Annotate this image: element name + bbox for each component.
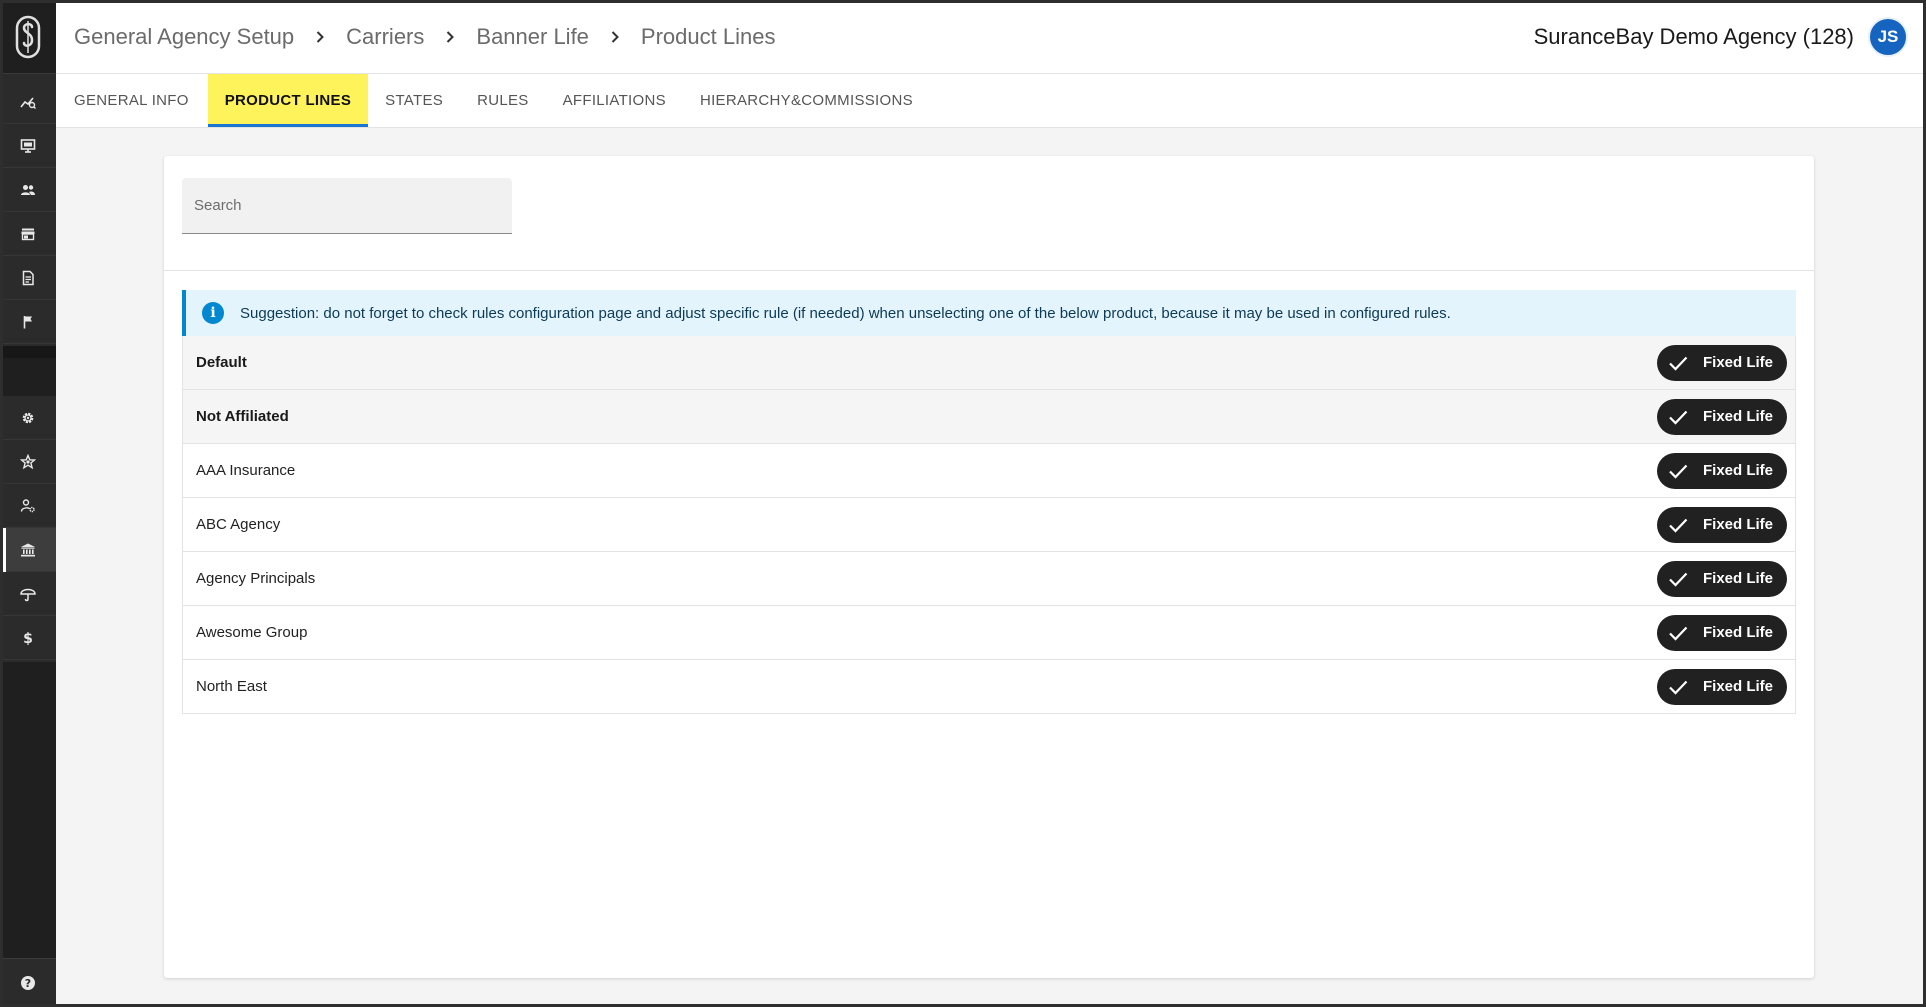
check-icon <box>1669 680 1688 695</box>
sidebar-item-monitor[interactable] <box>0 124 56 168</box>
list-item: North East Fixed Life <box>183 659 1795 713</box>
alert-text: Suggestion: do not forget to check rules… <box>240 304 1451 322</box>
product-chip-fixed-life[interactable]: Fixed Life <box>1656 398 1787 435</box>
row-label: Agency Principals <box>196 570 316 587</box>
sidebar-item-carriers[interactable] <box>0 528 56 572</box>
product-lines-card: i Suggestion: do not forget to check rul… <box>164 156 1814 978</box>
avatar[interactable]: JS <box>1868 17 1908 57</box>
flag-icon <box>23 315 32 328</box>
help-icon: ? <box>21 976 35 990</box>
logo-icon <box>15 15 41 58</box>
tab-bar: GENERAL INFO PRODUCT LINES STATES RULES … <box>56 74 1926 128</box>
row-label: North East <box>196 678 267 695</box>
sidebar-item-star-badge[interactable] <box>0 440 56 484</box>
product-chip-fixed-life[interactable]: Fixed Life <box>1656 560 1787 597</box>
product-chip-fixed-life[interactable]: Fixed Life <box>1656 506 1787 543</box>
list-item: AAA Insurance Fixed Life <box>183 443 1795 497</box>
sidebar-item-flag[interactable] <box>0 300 56 344</box>
chevron-right-icon <box>424 30 476 44</box>
document-icon <box>22 270 34 285</box>
sidebar-item-people[interactable] <box>0 168 56 212</box>
row-label: AAA Insurance <box>196 462 296 479</box>
page-header: General Agency Setup Carriers Banner Lif… <box>56 0 1926 74</box>
analytics-icon <box>20 96 36 109</box>
sidebar-item-umbrella[interactable] <box>0 572 56 616</box>
monitor-icon <box>20 138 36 153</box>
app-logo[interactable] <box>0 0 56 74</box>
umbrella-icon <box>20 588 36 601</box>
chip-label: Fixed Life <box>1702 408 1773 425</box>
chip-label: Fixed Life <box>1702 354 1773 371</box>
info-icon: i <box>202 302 224 324</box>
list-item: Not Affiliated Fixed Life <box>183 389 1795 443</box>
store-icon <box>21 228 35 240</box>
chip-label: Fixed Life <box>1702 516 1773 533</box>
dollar-icon: $ <box>23 631 33 646</box>
chevron-right-icon <box>294 30 346 44</box>
divider <box>164 270 1814 271</box>
sidebar-bottom-group: $ <box>0 396 56 660</box>
sidebar-item-commissions[interactable]: $ <box>0 616 56 660</box>
chip-label: Fixed Life <box>1702 462 1773 479</box>
breadcrumb-general-agency-setup[interactable]: General Agency Setup <box>74 24 294 50</box>
breadcrumb-banner-life[interactable]: Banner Life <box>476 24 589 50</box>
sidebar-top-group <box>0 80 56 344</box>
user-settings-icon <box>20 498 35 512</box>
tab-product-lines[interactable]: PRODUCT LINES <box>207 74 369 127</box>
chip-label: Fixed Life <box>1702 570 1773 587</box>
chevron-right-icon <box>589 30 641 44</box>
list-item: Default Fixed Life <box>183 336 1795 389</box>
sidebar: $ ? <box>0 0 56 1007</box>
svg-text:$: $ <box>23 631 33 646</box>
sidebar-item-store[interactable] <box>0 212 56 256</box>
check-icon <box>1669 356 1688 371</box>
tab-states[interactable]: STATES <box>368 74 460 127</box>
breadcrumb: General Agency Setup Carriers Banner Lif… <box>74 24 775 50</box>
tab-affiliations[interactable]: AFFILIATIONS <box>546 74 683 127</box>
chip-label: Fixed Life <box>1702 678 1773 695</box>
product-chip-fixed-life[interactable]: Fixed Life <box>1656 614 1787 651</box>
agency-name[interactable]: SuranceBay Demo Agency (128) <box>1534 0 1854 74</box>
list-item: Agency Principals Fixed Life <box>183 551 1795 605</box>
check-icon <box>1669 626 1688 641</box>
row-label: Awesome Group <box>196 624 308 641</box>
list-item: Awesome Group Fixed Life <box>183 605 1795 659</box>
search-input[interactable] <box>182 178 512 234</box>
product-chip-fixed-life[interactable]: Fixed Life <box>1656 452 1787 489</box>
bank-icon <box>21 543 35 556</box>
check-icon <box>1669 518 1688 533</box>
product-lines-list: Default Fixed Life Not Affiliated Fixed … <box>182 336 1796 714</box>
chip-label: Fixed Life <box>1702 624 1773 641</box>
sidebar-item-settings[interactable] <box>0 396 56 440</box>
check-icon <box>1669 464 1688 479</box>
tab-general-info[interactable]: GENERAL INFO <box>74 74 208 127</box>
product-chip-fixed-life[interactable]: Fixed Life <box>1656 668 1787 705</box>
svg-text:?: ? <box>25 977 31 990</box>
row-label: Default <box>196 354 247 371</box>
breadcrumb-product-lines: Product Lines <box>640 23 776 49</box>
tab-hierarchy-commissions[interactable]: HIERARCHY&COMMISSIONS <box>683 74 930 127</box>
list-item: ABC Agency Fixed Life <box>183 497 1795 551</box>
sidebar-item-documents[interactable] <box>0 256 56 300</box>
row-label: Not Affiliated <box>196 408 289 425</box>
help-button[interactable]: ? <box>0 958 56 1007</box>
gear-icon <box>22 412 34 423</box>
sidebar-item-user-settings[interactable] <box>0 484 56 528</box>
tab-rules[interactable]: RULES <box>460 74 546 127</box>
sidebar-divider <box>0 346 56 396</box>
check-icon <box>1669 410 1688 425</box>
sidebar-item-analytics[interactable] <box>0 80 56 124</box>
sidebar-empty-area <box>0 662 56 958</box>
star-badge-icon <box>20 453 36 469</box>
breadcrumb-carriers[interactable]: Carriers <box>346 24 424 50</box>
check-icon <box>1669 572 1688 587</box>
row-label: ABC Agency <box>196 516 281 533</box>
product-chip-fixed-life[interactable]: Fixed Life <box>1656 344 1787 381</box>
people-icon <box>21 184 35 195</box>
suggestion-alert: i Suggestion: do not forget to check rul… <box>182 290 1796 336</box>
